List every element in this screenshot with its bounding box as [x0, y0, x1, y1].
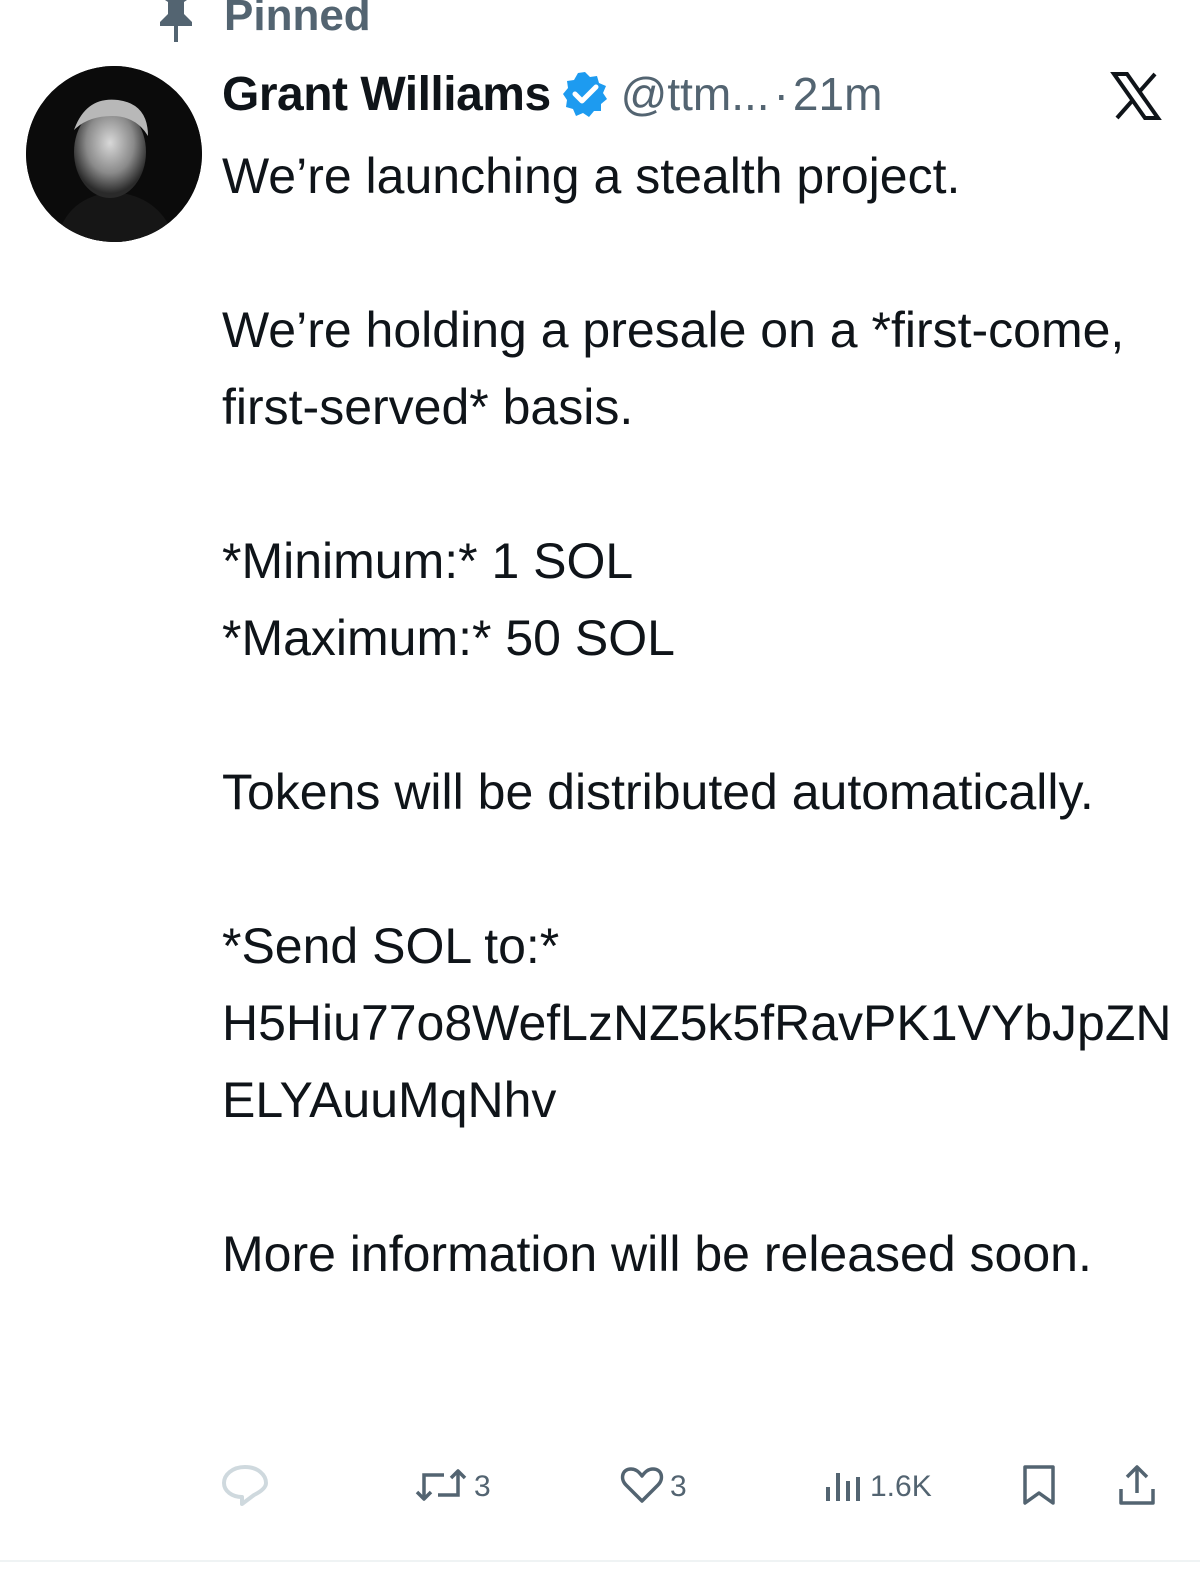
more-info-line: More information will be released soon. [222, 1226, 1092, 1282]
action-bar: 3 3 1.6K [0, 1455, 1200, 1519]
repost-button[interactable]: 3 [414, 1455, 491, 1519]
reply-icon [220, 1463, 270, 1512]
like-button[interactable]: 3 [620, 1455, 687, 1519]
repost-icon [414, 1465, 468, 1510]
views-button[interactable]: 1.6K [820, 1455, 932, 1519]
bookmark-button[interactable] [1020, 1455, 1058, 1519]
minimum-line: *Minimum:* 1 SOL [222, 533, 634, 589]
tokens-line: Tokens will be distributed automatically… [222, 764, 1094, 820]
separator-dot: · [773, 68, 789, 120]
pin-icon [150, 0, 202, 46]
bookmark-icon [1020, 1463, 1058, 1512]
verified-badge-icon[interactable] [561, 70, 609, 118]
tweet-text: We’re launching a stealth project. We’re… [222, 138, 1182, 1293]
share-icon [1115, 1463, 1159, 1512]
views-icon [820, 1465, 864, 1510]
view-count: 1.6K [870, 1470, 932, 1503]
pinned-indicator: Pinned [150, 0, 371, 46]
avatar[interactable] [26, 66, 202, 242]
timestamp[interactable]: 21m [793, 67, 882, 121]
share-button[interactable] [1115, 1455, 1159, 1519]
divider [0, 1560, 1200, 1562]
send-label: *Send SOL to:* [222, 918, 560, 974]
pinned-label: Pinned [224, 0, 371, 40]
reply-button[interactable] [220, 1455, 270, 1519]
wallet-address: H5Hiu77o8WefLzNZ5k5fRavPK1VYbJpZNELYAuuM… [222, 995, 1172, 1128]
repost-count: 3 [474, 1470, 491, 1503]
author-handle[interactable]: @ttm... [621, 67, 770, 121]
tweet-line-1: We’re launching a stealth project. [222, 148, 961, 204]
like-count: 3 [670, 1470, 687, 1503]
tweet-header: Grant Williams @ttm... · 21m [222, 64, 882, 124]
author-name[interactable]: Grant Williams [222, 67, 551, 122]
x-logo-icon[interactable] [1110, 70, 1162, 122]
tweet-line-2: We’re holding a presale on a *first-come… [222, 302, 1125, 435]
heart-icon [620, 1465, 664, 1510]
maximum-line: *Maximum:* 50 SOL [222, 610, 675, 666]
